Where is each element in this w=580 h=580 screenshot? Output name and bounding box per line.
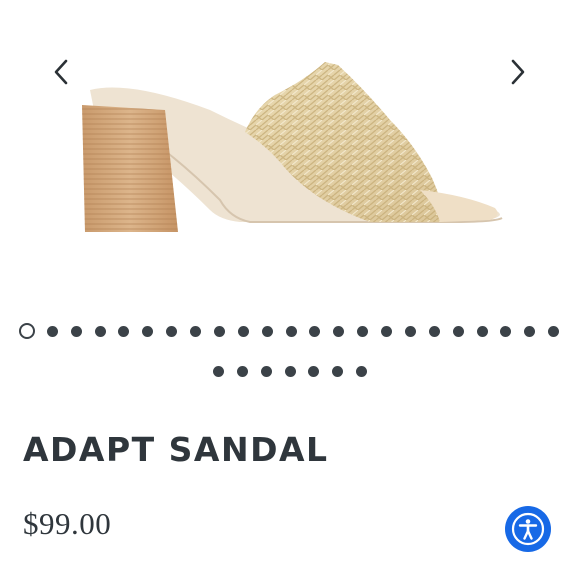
product-title: ADAPT SANDAL (23, 430, 329, 469)
image-pagination (0, 318, 580, 384)
pagination-dot[interactable] (94, 325, 106, 337)
pagination-dot[interactable] (357, 325, 369, 337)
pagination-dot[interactable] (452, 325, 464, 337)
pagination-dot[interactable] (356, 365, 368, 377)
pagination-dot[interactable] (212, 365, 224, 377)
pagination-dot[interactable] (285, 325, 297, 337)
accessibility-button[interactable] (505, 506, 551, 552)
pagination-row-1 (0, 318, 580, 344)
pagination-dot[interactable] (190, 325, 202, 337)
pagination-dot[interactable] (260, 365, 272, 377)
accessibility-icon (511, 512, 545, 546)
pagination-dot[interactable] (261, 325, 273, 337)
pagination-dot-active[interactable] (19, 323, 36, 339)
pagination-dot[interactable] (333, 325, 345, 337)
pagination-dot[interactable] (284, 365, 296, 377)
pagination-dot[interactable] (142, 325, 154, 337)
product-gallery (0, 0, 580, 300)
pagination-dot[interactable] (381, 325, 393, 337)
pagination-dot[interactable] (548, 325, 560, 337)
pagination-dot[interactable] (332, 365, 344, 377)
product-price: $99.00 (23, 506, 112, 541)
pagination-dot[interactable] (476, 325, 488, 337)
pagination-dot[interactable] (118, 325, 130, 337)
pagination-dot[interactable] (309, 325, 321, 337)
pagination-dot[interactable] (404, 325, 416, 337)
pagination-dot[interactable] (308, 365, 320, 377)
pagination-dot[interactable] (70, 325, 82, 337)
next-image-button[interactable] (503, 56, 533, 88)
pagination-dot[interactable] (166, 325, 178, 337)
pagination-dot[interactable] (236, 365, 248, 377)
chevron-right-icon (511, 59, 525, 85)
product-image (82, 62, 503, 232)
pagination-row-2 (0, 358, 580, 384)
pagination-dot[interactable] (428, 325, 440, 337)
pagination-dot[interactable] (237, 325, 249, 337)
pagination-dot[interactable] (46, 325, 58, 337)
pagination-dot[interactable] (500, 325, 512, 337)
pagination-dot[interactable] (213, 325, 225, 337)
chevron-left-icon (54, 59, 68, 85)
pagination-dot[interactable] (524, 325, 536, 337)
